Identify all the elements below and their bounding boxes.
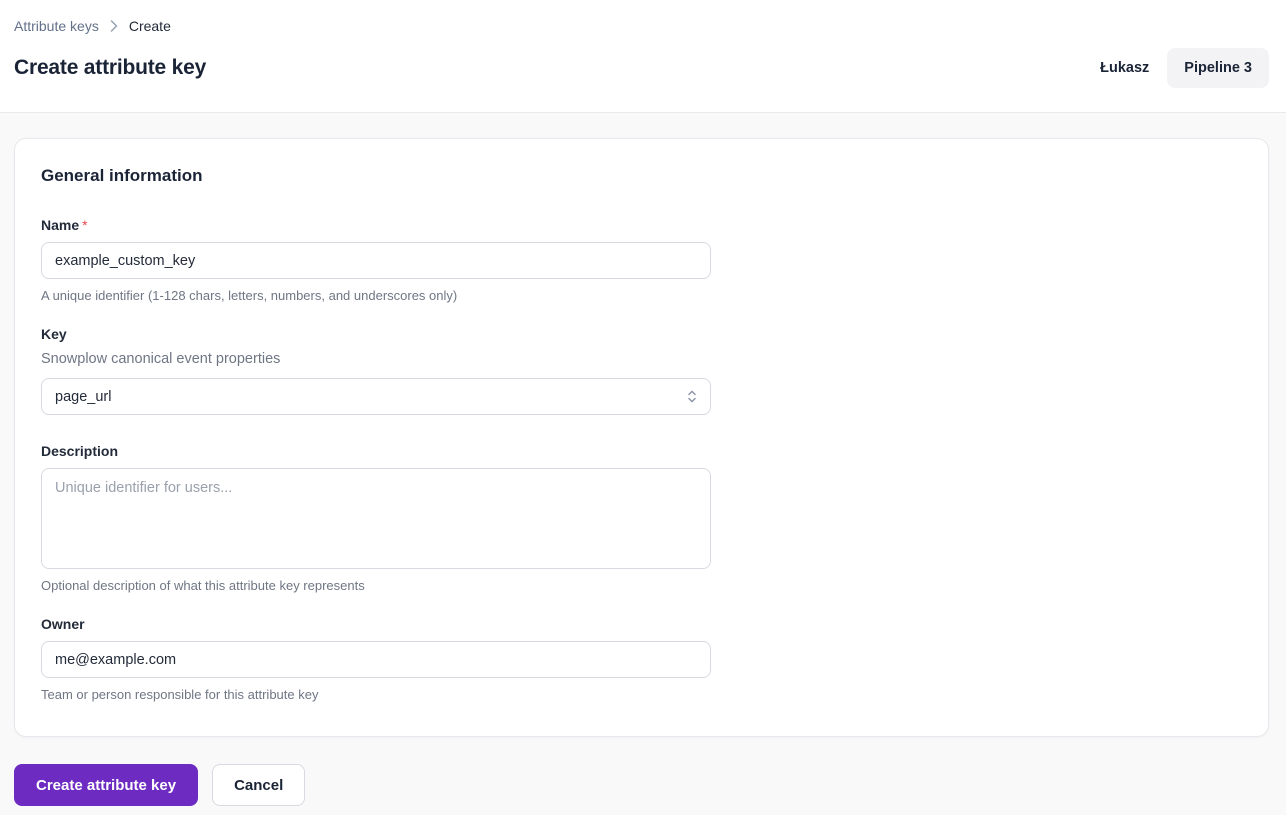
create-attribute-key-button[interactable]: Create attribute key — [14, 764, 199, 806]
owner-field-group: Owner Team or person responsible for thi… — [41, 616, 1242, 702]
name-field-group: Name* A unique identifier (1-128 chars, … — [41, 217, 1242, 303]
chevron-right-icon — [110, 20, 118, 32]
cancel-button[interactable]: Cancel — [212, 764, 306, 806]
name-label-text: Name — [41, 217, 80, 233]
owner-input[interactable] — [41, 641, 711, 678]
name-input[interactable] — [41, 242, 711, 279]
main-content: General information Name* A unique ident… — [0, 113, 1286, 806]
name-helper-text: A unique identifier (1-128 chars, letter… — [41, 288, 458, 303]
owner-label: Owner — [41, 616, 85, 632]
form-actions: Create attribute key Cancel — [14, 764, 1269, 806]
description-field-group: Description Optional description of what… — [41, 443, 1242, 593]
title-bar: Create attribute key Łukasz Pipeline 3 — [14, 48, 1269, 88]
key-subtitle: Snowplow canonical event properties — [41, 351, 281, 367]
owner-helper-text: Team or person responsible for this attr… — [41, 687, 319, 702]
description-label: Description — [41, 443, 119, 459]
key-select-value: page_url — [55, 388, 112, 405]
breadcrumb: Attribute keys Create — [14, 18, 1269, 34]
required-asterisk: * — [82, 217, 88, 233]
user-menu[interactable]: Łukasz — [1100, 60, 1149, 76]
unfold-more-icon — [685, 389, 699, 404]
key-field-group: Key Snowplow canonical event properties … — [41, 326, 1242, 415]
page-title: Create attribute key — [14, 56, 207, 79]
key-select[interactable]: page_url — [41, 378, 711, 415]
description-textarea[interactable] — [41, 468, 711, 569]
top-header: Attribute keys Create Create attribute k… — [0, 0, 1286, 113]
breadcrumb-attribute-keys[interactable]: Attribute keys — [14, 18, 99, 34]
description-helper-text: Optional description of what this attrib… — [41, 578, 365, 593]
breadcrumb-create: Create — [128, 18, 171, 34]
section-title: General information — [41, 166, 203, 185]
name-label: Name * — [41, 217, 1242, 233]
header-right-group: Łukasz Pipeline 3 — [1100, 48, 1269, 88]
pipeline-selector-button[interactable]: Pipeline 3 — [1167, 48, 1269, 88]
general-information-card: General information Name* A unique ident… — [14, 138, 1269, 737]
key-label: Key — [41, 326, 67, 342]
